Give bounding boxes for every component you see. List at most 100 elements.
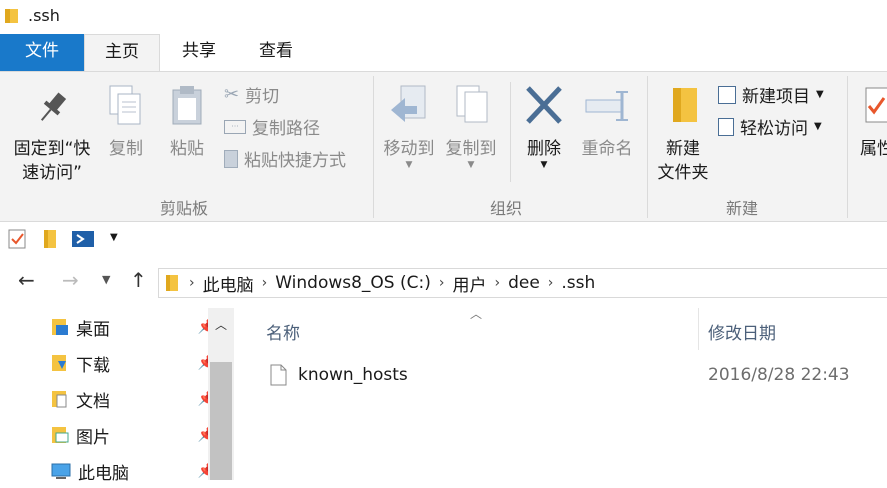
new-folder-button[interactable]: 新建 文件夹	[652, 84, 714, 185]
tab-share[interactable]: 共享	[160, 34, 238, 71]
delete-label: 删除	[527, 139, 561, 159]
breadcrumb-separator-icon[interactable]: ›	[189, 275, 195, 291]
pin-to-quick-access-button[interactable]: 固定到“快 速访问”	[6, 88, 98, 185]
pictures-folder-icon	[52, 427, 69, 443]
breadcrumb-separator-icon[interactable]: ›	[494, 275, 500, 291]
nav-item-pictures[interactable]: 图片 📌	[50, 418, 215, 452]
group-separator	[647, 76, 648, 218]
powershell-icon[interactable]	[72, 229, 94, 249]
file-modified: 2016/8/28 22:43	[708, 365, 850, 385]
move-to-label: 移动到	[383, 139, 435, 159]
breadcrumb-this-pc[interactable]: 此电脑	[203, 271, 254, 296]
breadcrumb-drive-c[interactable]: Windows8_OS (C:)	[275, 273, 431, 293]
group-separator	[847, 76, 848, 218]
back-arrow-icon[interactable]: ←	[18, 268, 35, 292]
file-row[interactable]: known_hosts 2016/8/28 22:43	[266, 358, 887, 392]
properties-label: 属性	[860, 139, 887, 159]
rename-icon	[585, 91, 628, 121]
rename-button[interactable]: 重命名	[576, 84, 638, 161]
new-folder-icon	[673, 88, 697, 122]
cut-label: 剪切	[245, 87, 280, 107]
ribbon-tabs: 文件 主页 共享 查看	[0, 34, 887, 72]
breadcrumb-dee[interactable]: dee	[508, 273, 540, 293]
new-item-button[interactable]: 新建项目 ▼	[718, 82, 824, 107]
properties-icon	[865, 87, 887, 123]
clipboard-icon	[172, 86, 202, 125]
new-folder-icon[interactable]	[42, 229, 58, 249]
chevron-down-icon: ▼	[814, 121, 822, 132]
nav-item-downloads[interactable]: 下载 📌	[50, 346, 215, 380]
nav-item-this-pc[interactable]: 此电脑 📌	[50, 454, 215, 488]
easy-access-icon	[718, 117, 734, 136]
breadcrumb-users[interactable]: 用户	[452, 271, 486, 296]
group-label-new: 新建	[726, 199, 759, 218]
breadcrumb-separator-icon[interactable]: ›	[439, 275, 445, 291]
up-arrow-icon[interactable]: ↑	[130, 268, 147, 292]
copy-path-button[interactable]: ··· 复制路径	[224, 114, 320, 139]
copy-path-icon: ···	[224, 119, 246, 134]
title-bar: .ssh	[0, 0, 887, 34]
pin-label-line1: 固定到“快	[13, 139, 91, 159]
computer-icon	[51, 463, 71, 479]
delete-x-icon	[526, 86, 562, 124]
file-icon	[270, 364, 287, 386]
copy-to-button[interactable]: 复制到 ▼	[442, 84, 500, 170]
nav-item-documents[interactable]: 文档 📌	[50, 382, 215, 416]
easy-access-button[interactable]: 轻松访问 ▼	[718, 114, 822, 139]
scroll-up-chevron-icon[interactable]: ︿	[215, 316, 227, 333]
column-header-name[interactable]: 名称	[266, 319, 300, 344]
paste-shortcut-label: 粘贴快捷方式	[244, 151, 346, 171]
scissors-icon: ✂	[224, 84, 240, 105]
paste-button[interactable]: 粘贴	[164, 84, 210, 161]
cut-button[interactable]: ✂ 剪切	[224, 82, 279, 107]
breadcrumb-separator-icon[interactable]: ›	[262, 275, 268, 291]
nav-item-label: 文档	[76, 391, 110, 412]
navigation-pane: 桌面 📌 下载 📌 文档 📌 图片 📌 此电脑 📌	[0, 305, 235, 484]
tab-view[interactable]: 查看	[238, 34, 314, 71]
copy-to-label: 复制到	[445, 139, 497, 159]
forward-arrow-icon[interactable]: →	[62, 268, 79, 292]
delete-button[interactable]: 删除 ▼	[518, 84, 570, 170]
copy-icon	[109, 85, 141, 125]
tab-home[interactable]: 主页	[84, 34, 160, 72]
column-divider[interactable]	[698, 308, 699, 350]
tab-file[interactable]: 文件	[0, 34, 84, 71]
address-bar[interactable]: › 此电脑 › Windows8_OS (C:) › 用户 › dee › .s…	[158, 268, 887, 298]
desktop-folder-icon	[52, 319, 68, 335]
ribbon: 固定到“快 速访问” 复制 粘贴 ✂ 剪切 ··· 复制路径 粘贴快捷方式 剪贴…	[0, 71, 887, 222]
copy-path-label: 复制路径	[252, 119, 320, 139]
breadcrumb-separator-icon[interactable]: ›	[548, 275, 554, 291]
scrollbar-thumb[interactable]	[210, 362, 232, 480]
pin-label-line2: 速访问”	[22, 163, 82, 183]
column-header-modified[interactable]: 修改日期	[708, 319, 776, 344]
customize-toolbar-dropdown-icon[interactable]: ▼	[110, 232, 118, 243]
divider	[510, 82, 511, 182]
properties-button[interactable]: 属性	[860, 84, 887, 161]
rename-label: 重命名	[581, 139, 633, 159]
new-item-icon	[718, 85, 736, 104]
breadcrumb-ssh[interactable]: .ssh	[561, 273, 595, 293]
group-separator	[373, 76, 374, 218]
copy-button[interactable]: 复制	[104, 84, 148, 161]
move-to-button[interactable]: 移动到 ▼	[380, 84, 438, 170]
nav-item-label: 下载	[76, 355, 110, 376]
copy-to-icon	[456, 85, 488, 123]
properties-icon[interactable]	[8, 229, 28, 249]
nav-item-desktop[interactable]: 桌面 📌	[50, 310, 215, 344]
chevron-down-icon: ▼	[816, 89, 824, 100]
sort-ascending-icon: ︿	[470, 307, 483, 321]
new-folder-label-line1: 新建	[666, 139, 700, 159]
easy-access-label: 轻松访问	[740, 119, 808, 139]
move-to-icon	[391, 85, 426, 122]
group-label-organize: 组织	[490, 199, 523, 218]
downloads-folder-icon	[52, 355, 66, 371]
pin-icon	[40, 92, 67, 121]
group-label-clipboard: 剪贴板	[160, 199, 209, 218]
folder-icon	[166, 275, 178, 291]
copy-label: 复制	[109, 139, 143, 159]
paste-label: 粘贴	[170, 139, 204, 159]
paste-shortcut-button[interactable]: 粘贴快捷方式	[224, 146, 346, 171]
nav-item-label: 桌面	[76, 319, 110, 340]
recent-locations-chevron-icon[interactable]: ▼	[102, 273, 110, 286]
new-folder-label-line2: 文件夹	[657, 163, 709, 183]
